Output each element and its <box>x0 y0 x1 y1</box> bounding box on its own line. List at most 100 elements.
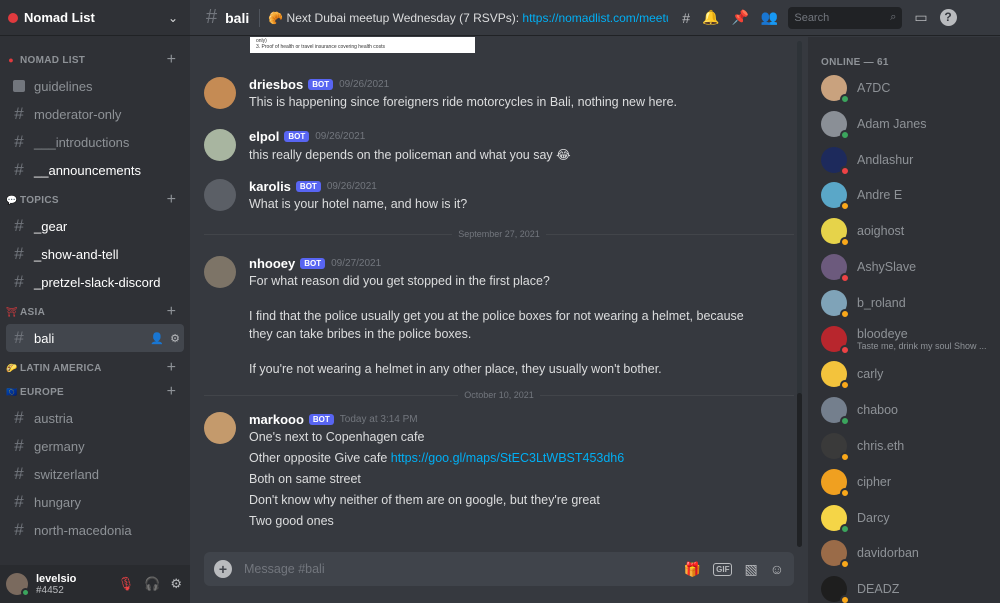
member-item[interactable]: AshySlave <box>821 252 999 283</box>
member-item[interactable]: cipher <box>821 467 999 498</box>
sidebar-item-pretzel-slack-discord[interactable]: # _pretzel-slack-discord <box>6 268 184 296</box>
gift-icon[interactable]: 🎁 <box>684 561 701 578</box>
member-item[interactable]: chris.eth <box>821 431 999 462</box>
sidebar-item-bali[interactable]: # bali 👤 ⚙ <box>6 324 184 352</box>
category-header[interactable]: ⛩ ASIA + <box>0 304 190 320</box>
message-author[interactable]: karolis <box>249 179 291 194</box>
avatar <box>821 504 850 534</box>
hash-icon: # <box>14 244 24 263</box>
sidebar-item-announcements[interactable]: # __announcements <box>6 156 184 184</box>
category-header[interactable]: 🇪🇺 EUROPE + <box>0 384 190 400</box>
channel-header: # bali 🥐 Next Dubai meetup Wednesday (7 … <box>190 0 1000 36</box>
sidebar-item-switzerland[interactable]: # switzerland <box>6 460 184 488</box>
status-indicator <box>840 416 850 427</box>
member-item[interactable]: A7DC <box>821 73 999 104</box>
headphones-icon[interactable]: 🎧 <box>144 576 160 592</box>
chevron-down-icon[interactable]: ⌄ <box>168 11 178 25</box>
sidebar-item-hungary[interactable]: # hungary <box>6 488 184 516</box>
member-item[interactable]: b_roland <box>821 288 999 319</box>
bell-icon[interactable]: 🔔 <box>702 9 719 26</box>
avatar <box>821 289 850 319</box>
avatar[interactable] <box>204 77 236 109</box>
member-item[interactable]: carly <box>821 359 999 391</box>
sidebar-item-north-macedonia[interactable]: # north-macedonia <box>6 516 184 544</box>
sidebar-item-guidelines[interactable]: guidelines <box>6 72 184 100</box>
sidebar-item-germany[interactable]: # germany <box>6 432 184 460</box>
message-link[interactable]: https://goo.gl/maps/StEC3LtWBST453dh6 <box>391 451 624 465</box>
hash-icon: # <box>14 436 24 455</box>
message-author[interactable]: nhooey <box>249 256 295 271</box>
add-channel-icon[interactable]: + <box>167 192 176 208</box>
gear-icon[interactable]: ⚙ <box>170 576 182 592</box>
inbox-icon[interactable]: ▭ <box>914 9 927 26</box>
member-name: Darcy <box>857 510 890 525</box>
gif-button[interactable]: GIF <box>713 562 733 576</box>
mute-microphone-icon[interactable]: 🎙 <box>118 576 135 592</box>
hash-icon: # <box>14 132 24 151</box>
add-channel-icon[interactable]: + <box>167 52 176 68</box>
channel-topic[interactable]: 🥐 Next Dubai meetup Wednesday (7 RSVPs):… <box>268 11 668 25</box>
member-item[interactable]: aoighost <box>821 216 999 248</box>
avatar[interactable] <box>204 412 236 444</box>
member-list: ONLINE — 61 A7DC Adam Janes Andlashur Andre… <box>808 37 1000 603</box>
message-text: they can take bribes in the police boxes… <box>249 326 472 341</box>
member-item[interactable]: DEADZ <box>821 574 999 603</box>
member-name: davidorban <box>857 546 919 561</box>
avatar[interactable] <box>204 179 236 211</box>
message-composer[interactable]: + Message #bali 🎁 GIF ▧ ☺ <box>204 552 794 586</box>
server-name: Nomad List <box>24 10 95 25</box>
embedded-image-preview[interactable]: only) 3. Proof of health or travel insur… <box>250 37 475 53</box>
status-indicator <box>840 237 850 248</box>
member-list-icon[interactable]: 👥 <box>761 9 778 26</box>
search-input[interactable]: Search ⌕ <box>788 6 903 29</box>
message-author[interactable]: markooo <box>249 412 304 427</box>
category-label: TOPICS <box>20 194 59 206</box>
add-channel-icon[interactable]: + <box>167 360 176 376</box>
member-item[interactable]: Andlashur <box>821 145 999 176</box>
emoji-icon[interactable]: ☺ <box>770 561 784 577</box>
member-item[interactable]: Adam Janes <box>821 109 999 140</box>
member-name: AshySlave <box>857 260 917 274</box>
sticker-icon[interactable]: ▧ <box>744 561 757 578</box>
invite-icon[interactable]: 👤 <box>150 332 164 345</box>
category-header[interactable]: 💬 TOPICS + <box>0 192 190 208</box>
topic-link[interactable]: https://nomadlist.com/meetups... <box>522 11 668 25</box>
add-attachment-icon[interactable]: + <box>214 560 232 578</box>
sidebar-item-introductions[interactable]: # ___introductions <box>6 128 184 156</box>
avatar <box>821 182 850 212</box>
bot-badge: BOT <box>300 258 326 269</box>
channel-name: _gear <box>34 218 68 234</box>
member-item[interactable]: davidorban <box>821 538 999 570</box>
category-header[interactable]: ● NOMAD LIST + <box>0 52 190 68</box>
member-item[interactable]: Andre E <box>821 180 999 212</box>
message-input[interactable]: Message #bali <box>244 562 684 576</box>
avatar[interactable] <box>204 256 236 288</box>
add-channel-icon[interactable]: + <box>167 304 176 320</box>
sidebar-item-austria[interactable]: # austria <box>6 404 184 432</box>
member-name: A7DC <box>857 81 891 95</box>
channel-name: germany <box>34 438 85 454</box>
pin-icon[interactable]: 📌 <box>731 9 748 26</box>
member-item[interactable]: chaboo <box>821 395 999 427</box>
sidebar-item-show-and-tell[interactable]: # _show-and-tell <box>6 240 184 268</box>
member-name: Andre E <box>857 188 903 203</box>
message-author[interactable]: elpol <box>249 129 279 144</box>
avatar[interactable] <box>204 129 236 161</box>
category-header[interactable]: 🌮 LATIN AMERICA + <box>0 360 190 376</box>
scrollbar-thumb[interactable] <box>797 393 802 547</box>
message-text: One's next to Copenhagen cafe <box>249 430 425 444</box>
member-name: bloodeye <box>857 326 908 341</box>
member-item[interactable]: Darcy <box>821 503 999 534</box>
message-text: For what reason did you get stopped in t… <box>249 274 550 288</box>
avatar[interactable] <box>6 573 30 597</box>
sidebar-item-gear[interactable]: # _gear <box>6 212 184 240</box>
gear-icon[interactable]: ⚙ <box>170 332 180 345</box>
member-item[interactable]: bloodeye Taste me, drink my soul Show ... <box>821 324 999 355</box>
add-channel-icon[interactable]: + <box>167 384 176 400</box>
message-author[interactable]: driesbos <box>249 77 303 92</box>
channel-name: moderator-only <box>34 106 122 122</box>
threads-icon[interactable]: # <box>682 10 690 26</box>
server-header[interactable]: Nomad List ⌄ <box>0 0 190 36</box>
sidebar-item-moderator-only[interactable]: # moderator-only <box>6 100 184 128</box>
help-icon[interactable]: ? <box>939 9 957 26</box>
